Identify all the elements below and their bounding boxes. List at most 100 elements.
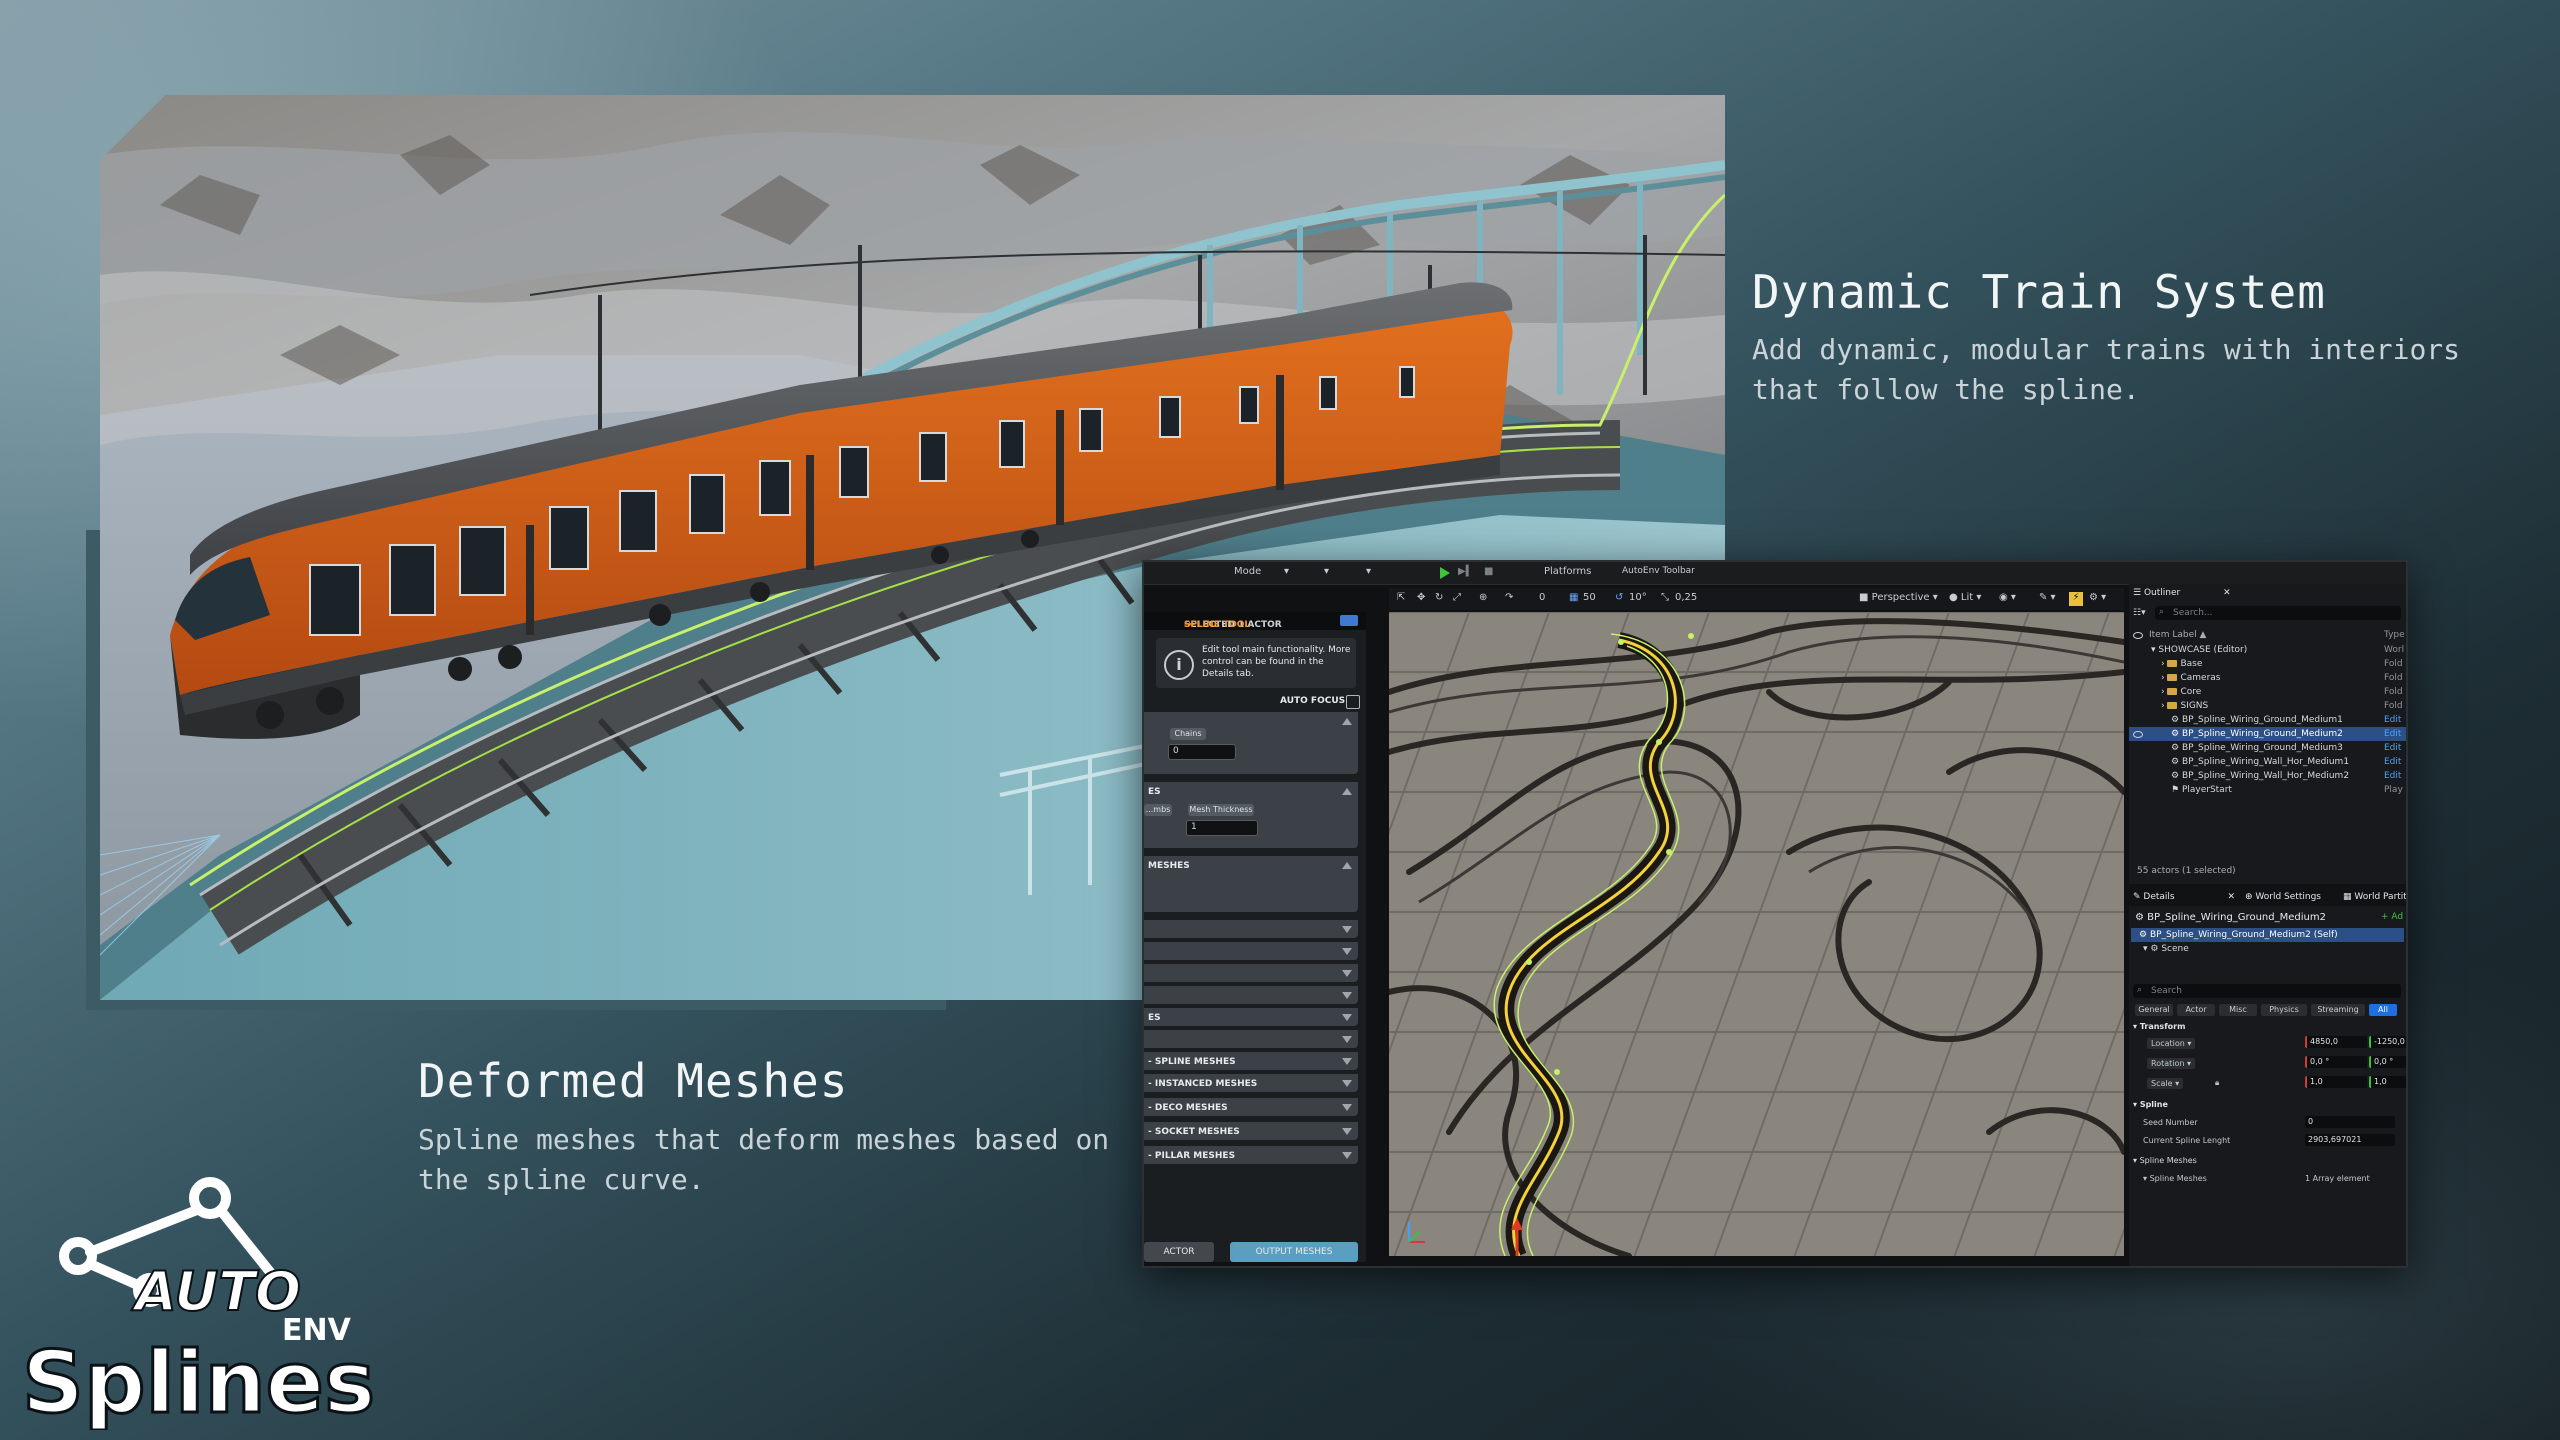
wrench-icon[interactable]: ✎ ▾ [2039,592,2056,606]
details-search-input[interactable]: ⌕ Search [2133,984,2401,998]
perspective-dropdown[interactable]: ■ Perspective ▾ [1859,592,1938,606]
outliner-tab[interactable]: ☰ Outliner ✕ [2133,588,2231,604]
filter-actor[interactable]: Actor [2177,1004,2215,1016]
scale-icon[interactable]: ⤢ [1453,592,1461,606]
move-icon[interactable]: ✥ [1417,592,1425,606]
location-dropdown[interactable]: Location ▾ [2147,1038,2196,1049]
close-icon[interactable]: ✕ [2227,892,2235,902]
outliner-row[interactable]: ▾ SHOWCASE (Editor) Worl [2129,643,2406,657]
viewport-toolbar: ⇱ ✥ ↻ ⤢ ⊕ ↷ 0 ▦ 50 ↺ 10° ⤡ 0,25 ■ Perspe… [1389,588,2124,610]
collapsed-section-1[interactable] [1144,920,1358,938]
scale-snap-icon[interactable]: ⤡ [1661,592,1669,606]
skip-icon[interactable]: ▶▍ [1458,566,1473,577]
chevron-up-icon[interactable] [1342,862,1352,869]
outliner-row[interactable]: › SIGNS Fold [2129,699,2406,713]
filter-physics[interactable]: Physics [2261,1004,2307,1016]
details-tab[interactable]: ✎ Details ✕ [2133,892,2235,908]
chains-field[interactable]: 0 [1168,744,1236,760]
auto-focus-checkbox[interactable] [1346,695,1360,709]
outliner-row[interactable]: › Cameras Fold [2129,671,2406,685]
outliner-row[interactable]: ⚙ BP_Spline_Wiring_Wall_Hor_Medium1 Edit [2129,755,2406,769]
show-dropdown-icon[interactable]: ◉ ▾ [1999,592,2016,606]
outliner-row[interactable]: ⚙ BP_Spline_Wiring_Wall_Hor_Medium2 Edit [2129,769,2406,783]
add-component-button[interactable]: + Ad [2381,912,2403,922]
outliner-row[interactable]: ⚙ BP_Spline_Wiring_Ground_Medium3 Edit [2129,741,2406,755]
auto-focus-toggle[interactable]: AUTO FOCUS [1280,695,1360,709]
location-y-field[interactable]: -1250,0 [2369,1036,2406,1048]
outliner-row-selected[interactable]: ⚙ BP_Spline_Wiring_Ground_Medium2 Edit [2129,727,2406,741]
select-mode-icon[interactable]: ⇱ [1397,592,1405,606]
filter-general[interactable]: General [2135,1004,2173,1016]
pillar-meshes-section[interactable]: - PILLAR MESHES [1144,1146,1358,1164]
spline-meshes-array[interactable]: ▾ Spline Meshes [2143,1174,2207,1183]
snap-dropdown[interactable]: ▾ [1284,566,1289,577]
surface-snap-icon[interactable]: ↷ [1505,592,1513,606]
mode-dropdown[interactable]: Mode [1234,566,1261,577]
transform-dropdown[interactable]: ▾ [1324,566,1329,577]
world-partition-tab[interactable]: ▦ World Partitio [2343,892,2406,908]
chevron-up-icon[interactable] [1342,788,1352,795]
world-icon[interactable]: ⊕ [1479,592,1487,606]
grid-snap-value[interactable]: 50 [1583,592,1596,606]
filter-streaming[interactable]: Streaming [2311,1004,2365,1016]
column-type[interactable]: Type [2384,630,2405,640]
scale-x-field[interactable]: 1,0 [2305,1076,2367,1088]
outliner-row[interactable]: › Core Fold [2129,685,2406,699]
collapsed-section-5[interactable] [1144,1030,1358,1048]
column-item-label[interactable]: Item Label ▲ [2149,630,2206,640]
world-settings-tab[interactable]: ⊕ World Settings [2245,892,2321,908]
rotation-x-field[interactable]: 0,0 ° [2305,1056,2367,1068]
angle-value[interactable]: 0 [1539,592,1545,606]
rotation-snap-icon[interactable]: ↺ [1615,592,1623,606]
self-component-row[interactable]: ⚙ BP_Spline_Wiring_Ground_Medium2 (Self) [2131,928,2404,942]
collapsed-section-es[interactable]: ES [1144,1008,1358,1026]
filter-all[interactable]: All [2369,1004,2397,1016]
outliner-row[interactable]: ⚑ PlayerStart Play [2129,783,2406,797]
settings-icon[interactable]: ⚙ ▾ [2089,592,2106,606]
level-viewport[interactable] [1389,612,2124,1256]
mesh-thickness-field[interactable]: 1 [1186,820,1258,836]
play-icon[interactable] [1440,567,1450,579]
instanced-meshes-section[interactable]: - INSTANCED MESHES [1144,1074,1358,1092]
outliner-row[interactable]: ⚙ BP_Spline_Wiring_Ground_Medium1 Edit [2129,713,2406,727]
lock-icon[interactable]: 🔒︎ [2215,1078,2219,1088]
scale-snap-value[interactable]: 0,25 [1675,592,1697,606]
collapsed-section-2[interactable] [1144,942,1358,960]
rotation-snap-value[interactable]: 10° [1629,592,1647,606]
logo-splines-text: Splines [22,1333,375,1430]
camera-dropdown[interactable]: ▾ [1366,566,1371,577]
location-x-field[interactable]: 4850,0 [2305,1036,2367,1048]
autoenv-toolbar-button[interactable]: AutoEnv Toolbar [1622,566,1695,576]
scale-y-field[interactable]: 1,0 [2369,1076,2406,1088]
spline-section[interactable]: ▾ Spline [2133,1100,2168,1109]
chevron-up-icon[interactable] [1342,718,1352,725]
seed-number-field[interactable]: 0 [2305,1116,2395,1128]
filter-misc[interactable]: Misc [2219,1004,2257,1016]
transform-section[interactable]: ▾ Transform [2133,1022,2185,1031]
visibility-icon[interactable] [2133,731,2143,738]
outliner-search-input[interactable]: ⌕ Search... [2155,606,2401,620]
spline-meshes-section[interactable]: - SPLINE MESHES [1144,1052,1358,1070]
rotation-y-field[interactable]: 0,0 ° [2369,1056,2406,1068]
tool-collapse-button[interactable] [1340,615,1358,626]
scale-dropdown[interactable]: Scale ▾ [2147,1078,2184,1089]
output-meshes-button[interactable]: OUTPUT MESHES [1230,1242,1358,1262]
stop-icon[interactable]: ■ [1484,566,1493,577]
rotation-dropdown[interactable]: Rotation ▾ [2147,1058,2196,1069]
outliner-row[interactable]: › Base Fold [2129,657,2406,671]
actor-button[interactable]: ACTOR [1144,1242,1214,1262]
collapsed-section-4[interactable] [1144,986,1358,1004]
collapsed-section-3[interactable] [1144,964,1358,982]
scene-component-row[interactable]: ▾ ⚙ Scene [2129,942,2406,956]
deco-meshes-section[interactable]: - DECO MESHES [1144,1098,1358,1116]
chains-chip: Chains [1170,728,1206,740]
platforms-dropdown[interactable]: Platforms [1544,566,1591,577]
socket-meshes-section[interactable]: - SOCKET MESHES [1144,1122,1358,1140]
close-icon[interactable]: ✕ [2223,588,2231,598]
filter-icon[interactable]: ☷▾ [2133,608,2146,618]
spline-meshes-section[interactable]: ▾ Spline Meshes [2133,1156,2197,1165]
rotate-icon[interactable]: ↻ [1435,592,1443,606]
lit-dropdown[interactable]: ● Lit ▾ [1949,592,1981,606]
realtime-icon[interactable]: ⚡ [2069,592,2083,606]
grid-snap-icon[interactable]: ▦ [1569,592,1578,606]
